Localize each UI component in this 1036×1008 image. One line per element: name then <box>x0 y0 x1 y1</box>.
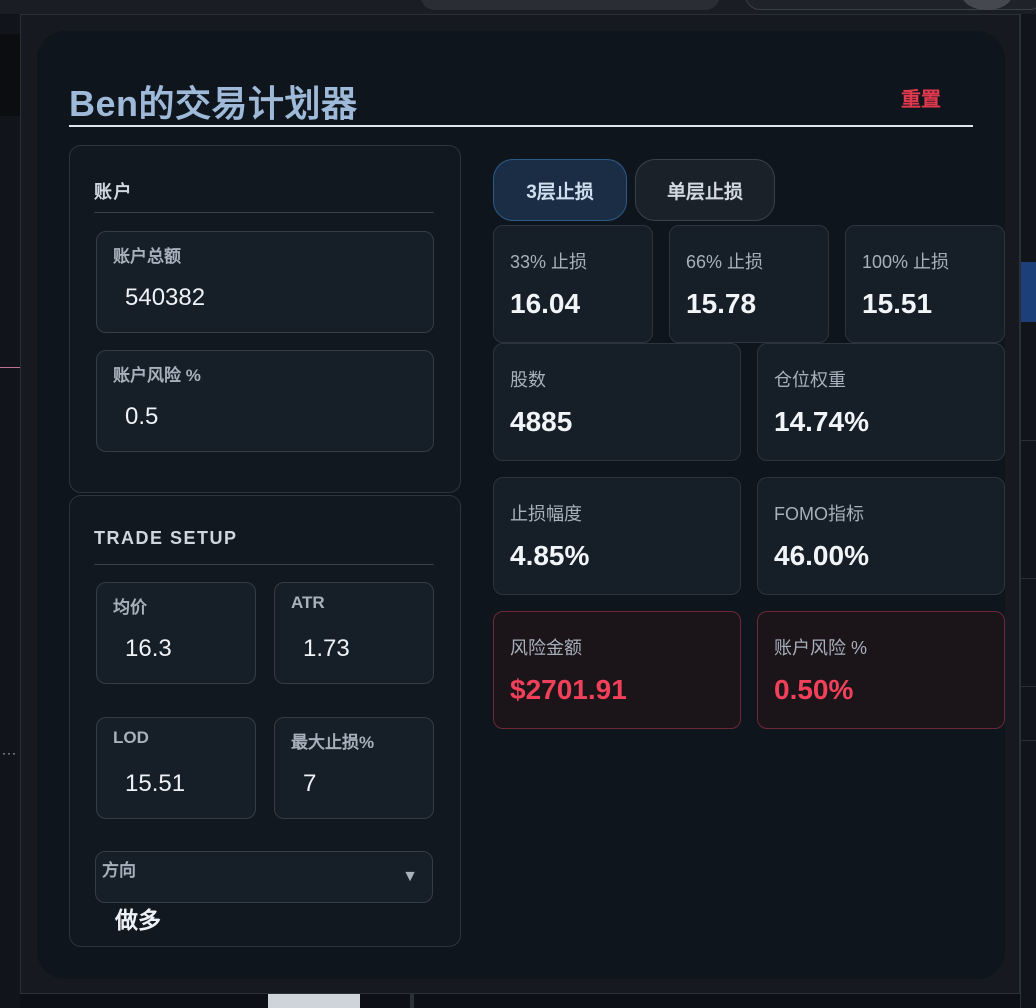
background-dots: ··· <box>2 746 17 760</box>
shares-card: 股数 4885 <box>493 343 741 461</box>
direction-value[interactable]: 做多 <box>115 901 161 935</box>
group-divider <box>94 212 434 213</box>
account-group-title: 账户 <box>94 182 133 202</box>
fomo-value: 46.00% <box>774 540 869 571</box>
stop-66-card: 66% 止损 15.78 <box>669 225 829 343</box>
tab-3-layer-stop[interactable]: 3层止损 <box>493 159 627 221</box>
account-risk-field: 账户风险 % <box>96 350 434 452</box>
lod-field: LOD <box>96 717 256 819</box>
position-weight-card: 仓位权重 14.74% <box>757 343 1005 461</box>
background-pill <box>420 0 720 10</box>
background-bottom-strip <box>20 994 1020 1008</box>
lod-input[interactable] <box>107 764 245 804</box>
background-left-pane <box>0 14 20 1008</box>
position-weight-label: 仓位权重 <box>774 370 846 390</box>
account-total-input[interactable] <box>107 278 423 318</box>
stop-66-label: 66% 止损 <box>686 252 764 272</box>
app-title: Ben的交易计划器 <box>69 83 358 124</box>
account-group: 账户 账户总额 账户风险 % <box>69 145 461 493</box>
account-risk-card: 账户风险 % 0.50% <box>757 611 1005 729</box>
atr-input[interactable] <box>285 629 423 669</box>
stop-100-label: 100% 止损 <box>862 252 950 272</box>
trade-planner-window: Ben的交易计划器 重置 账户 账户总额 账户风险 % TRADE SETUP … <box>20 14 1020 994</box>
atr-field: ATR <box>274 582 434 684</box>
group-divider <box>94 564 434 565</box>
avg-price-field: 均价 <box>96 582 256 684</box>
account-risk-input[interactable] <box>107 397 423 437</box>
reset-button[interactable]: 重置 <box>901 83 941 112</box>
stop-range-label: 止损幅度 <box>510 504 582 524</box>
account-risk-label: 账户风险 % <box>113 366 201 385</box>
trade-setup-title: TRADE SETUP <box>94 528 238 548</box>
shares-value: 4885 <box>510 406 573 437</box>
shares-label: 股数 <box>510 370 546 390</box>
max-stop-field: 最大止损% <box>274 717 434 819</box>
position-weight-value: 14.74% <box>774 406 869 437</box>
account-total-field: 账户总额 <box>96 231 434 333</box>
stop-range-value: 4.85% <box>510 540 590 571</box>
stop-33-card: 33% 止损 16.04 <box>493 225 653 343</box>
account-risk-result-value: 0.50% <box>774 674 854 705</box>
background-top-bar <box>0 0 1036 14</box>
risk-amount-card: 风险金额 $2701.91 <box>493 611 741 729</box>
risk-amount-value: $2701.91 <box>510 674 627 705</box>
atr-label: ATR <box>291 593 325 612</box>
risk-amount-label: 风险金额 <box>510 638 582 658</box>
fomo-card: FOMO指标 46.00% <box>757 477 1005 595</box>
stop-100-card: 100% 止损 15.51 <box>845 225 1005 343</box>
stop-range-card: 止损幅度 4.85% <box>493 477 741 595</box>
stop-33-label: 33% 止损 <box>510 252 588 272</box>
direction-select[interactable]: 方向 ▼ <box>95 851 433 903</box>
account-risk-result-label: 账户风险 % <box>774 638 868 658</box>
account-total-label: 账户总额 <box>113 247 181 266</box>
trade-planner-panel: Ben的交易计划器 重置 账户 账户总额 账户风险 % TRADE SETUP … <box>37 31 1005 979</box>
avg-price-label: 均价 <box>113 598 147 617</box>
background-right-pane <box>1020 14 1036 1008</box>
tab-single-layer-stop[interactable]: 单层止损 <box>635 159 775 221</box>
direction-label: 方向 <box>102 861 136 880</box>
background-chart-line <box>0 367 20 368</box>
stop-66-value: 15.78 <box>686 288 757 319</box>
max-stop-label: 最大止损% <box>291 733 375 752</box>
stop-33-value: 16.04 <box>510 288 581 319</box>
title-divider <box>69 125 973 127</box>
stop-100-value: 15.51 <box>862 288 933 319</box>
max-stop-input[interactable] <box>285 764 423 804</box>
chevron-down-icon: ▼ <box>402 868 418 885</box>
avg-price-input[interactable] <box>107 629 245 669</box>
lod-label: LOD <box>113 728 149 747</box>
fomo-label: FOMO指标 <box>774 504 864 524</box>
